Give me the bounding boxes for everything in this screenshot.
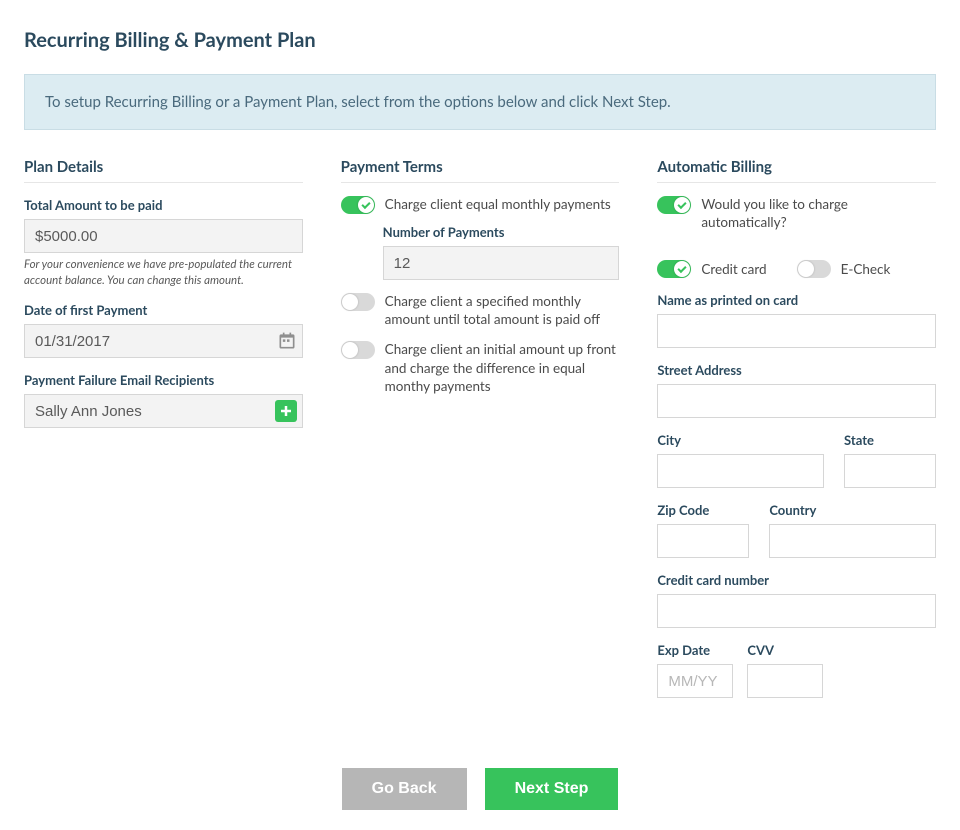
- cvv-input[interactable]: [747, 664, 823, 698]
- exp-date-label: Exp Date: [657, 642, 733, 658]
- automatic-billing-column: Automatic Billing Would you like to char…: [657, 158, 936, 698]
- city-label: City: [657, 432, 824, 448]
- calendar-icon[interactable]: [277, 331, 297, 351]
- next-step-button[interactable]: Next Step: [485, 768, 619, 810]
- cc-number-label: Credit card number: [657, 572, 936, 588]
- equal-payments-label: Charge client equal monthly payments: [385, 195, 611, 213]
- total-amount-label: Total Amount to be paid: [24, 197, 303, 213]
- plan-details-column: Plan Details Total Amount to be paid For…: [24, 158, 303, 698]
- specified-amount-toggle[interactable]: [341, 293, 375, 311]
- first-payment-date-label: Date of first Payment: [24, 302, 303, 318]
- zip-input[interactable]: [657, 524, 749, 558]
- page-title: Recurring Billing & Payment Plan: [24, 28, 936, 52]
- street-address-input[interactable]: [657, 384, 936, 418]
- state-label: State: [844, 432, 936, 448]
- charge-automatically-label: Would you like to charge automatically?: [701, 195, 936, 231]
- failure-recipients-input[interactable]: [24, 394, 303, 428]
- card-name-label: Name as printed on card: [657, 292, 936, 308]
- echeck-label: E-Check: [841, 260, 891, 278]
- city-input[interactable]: [657, 454, 824, 488]
- exp-date-input[interactable]: [657, 664, 733, 698]
- payment-terms-column: Payment Terms Charge client equal monthl…: [341, 158, 620, 698]
- failure-recipients-label: Payment Failure Email Recipients: [24, 372, 303, 388]
- num-payments-input[interactable]: [383, 246, 620, 280]
- initial-amount-toggle[interactable]: [341, 341, 375, 359]
- cc-number-input[interactable]: [657, 594, 936, 628]
- country-label: Country: [769, 502, 936, 518]
- first-payment-date-input[interactable]: [24, 324, 303, 358]
- add-recipient-button[interactable]: [275, 400, 297, 422]
- plan-details-heading: Plan Details: [24, 158, 303, 183]
- num-payments-label: Number of Payments: [383, 224, 620, 240]
- payment-terms-heading: Payment Terms: [341, 158, 620, 183]
- zip-label: Zip Code: [657, 502, 749, 518]
- credit-card-toggle[interactable]: [657, 260, 691, 278]
- credit-card-label: Credit card: [701, 260, 766, 278]
- echeck-toggle[interactable]: [797, 260, 831, 278]
- total-amount-helper: For your convenience we have pre-populat…: [24, 257, 303, 288]
- equal-payments-toggle[interactable]: [341, 196, 375, 214]
- country-input[interactable]: [769, 524, 936, 558]
- specified-amount-label: Charge client a specified monthly amount…: [385, 292, 620, 328]
- total-amount-input[interactable]: [24, 219, 303, 253]
- cvv-label: CVV: [747, 642, 823, 658]
- initial-amount-label: Charge client an initial amount up front…: [385, 340, 620, 395]
- go-back-button[interactable]: Go Back: [342, 768, 467, 810]
- info-banner: To setup Recurring Billing or a Payment …: [24, 74, 936, 130]
- card-name-input[interactable]: [657, 314, 936, 348]
- automatic-billing-heading: Automatic Billing: [657, 158, 936, 183]
- state-input[interactable]: [844, 454, 936, 488]
- street-address-label: Street Address: [657, 362, 936, 378]
- charge-automatically-toggle[interactable]: [657, 196, 691, 214]
